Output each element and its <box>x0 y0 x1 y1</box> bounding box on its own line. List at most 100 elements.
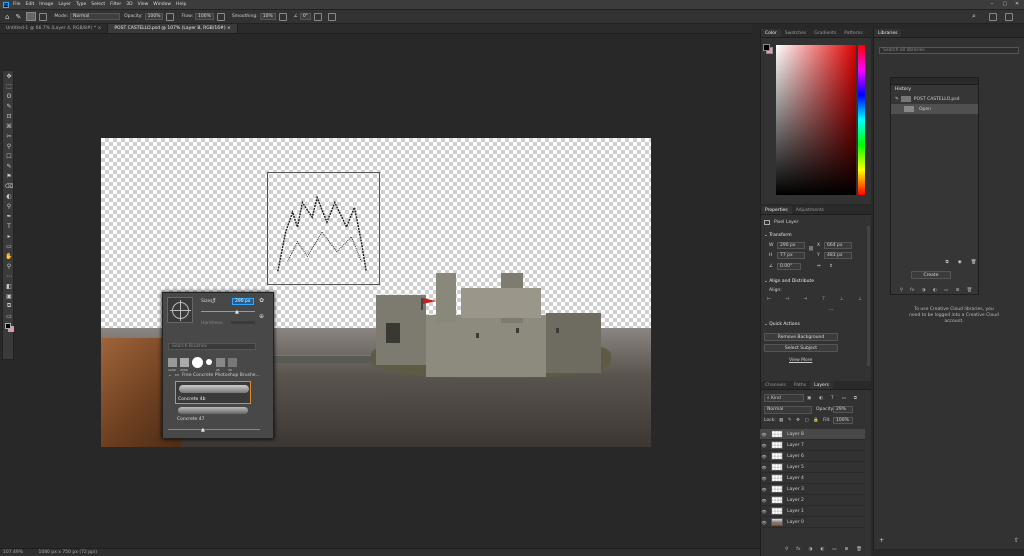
filter-type-icon[interactable]: T <box>831 396 834 401</box>
brush-folder[interactable]: ⌄ ▭ Free Concrete Photoshop Brushe... <box>168 373 263 378</box>
home-icon[interactable]: ⌂ <box>5 13 9 21</box>
layer-opacity-field[interactable]: 29% <box>833 406 853 413</box>
size-field[interactable]: 290 px <box>232 298 254 305</box>
preview-size-slider[interactable] <box>168 429 260 430</box>
lasso-tool-icon[interactable]: ✎ <box>3 101 15 111</box>
angle-field[interactable]: 0° <box>299 13 311 20</box>
upload-icon[interactable]: ⇧ <box>1014 537 1019 544</box>
folder-icon[interactable]: ▭ <box>944 288 948 293</box>
brush-item-selected[interactable]: Concrete 4b <box>175 381 251 404</box>
layer-style-icon[interactable]: fx <box>796 547 800 552</box>
symmetry-icon[interactable] <box>327 12 336 21</box>
close-window-button[interactable]: ✕ <box>1011 0 1023 9</box>
adjustment-layer-icon[interactable]: ◐ <box>820 547 824 552</box>
foreground-color-swatch[interactable] <box>5 323 11 329</box>
blend-mode-dropdown[interactable]: Normal <box>764 406 812 414</box>
path-select-tool-icon[interactable]: ✋ <box>3 251 15 261</box>
visibility-eye-icon[interactable]: 👁 <box>760 487 768 492</box>
brush-tool-icon[interactable]: ✎ <box>3 161 15 171</box>
menu-window[interactable]: Window <box>153 2 171 7</box>
filter-adjustment-icon[interactable]: ◐ <box>819 396 823 401</box>
marquee-tool-icon[interactable]: ʘ <box>3 91 15 101</box>
layer-row[interactable]: 👁 Layer 4 <box>760 473 865 484</box>
tab-untitled-1[interactable]: Untitled-1 @ 66.7% (Layer 4, RGB/8#) * × <box>0 24 109 33</box>
lock-all-icon[interactable]: 🔒 <box>813 418 819 423</box>
view-more-link[interactable]: View More <box>789 358 812 363</box>
layer-row[interactable]: 👁 Layer 0 <box>760 517 865 528</box>
fill-icon[interactable]: ◐ <box>933 288 937 293</box>
menu-select[interactable]: Select <box>91 2 105 7</box>
align-middle-icon[interactable]: ⊥ <box>840 297 844 302</box>
menu-edit[interactable]: Edit <box>26 2 35 7</box>
trash-icon[interactable]: 🗑 <box>971 260 977 265</box>
tab-adjustments[interactable]: Adjustments <box>792 206 828 214</box>
menu-filter[interactable]: Filter <box>110 2 121 7</box>
camera-icon[interactable]: ◉ <box>958 260 962 265</box>
quick-select-tool-icon[interactable]: ⊡ <box>3 111 15 121</box>
align-right-icon[interactable]: ⊣ <box>803 297 807 302</box>
layer-row[interactable]: 👁 Layer 8 <box>760 429 865 440</box>
link-layers-icon[interactable]: ⚲ <box>785 547 788 552</box>
menu-image[interactable]: Image <box>39 2 53 7</box>
panel-settings-icon[interactable]: ✿ <box>259 297 264 304</box>
pen-tool-icon[interactable]: ▸ <box>3 231 15 241</box>
brush-angle-dial[interactable] <box>167 297 193 323</box>
tab-properties[interactable]: Properties <box>761 206 792 214</box>
new-document-icon[interactable]: ⧉ <box>946 259 949 265</box>
gradient-tool-icon[interactable]: ⚲ <box>3 201 15 211</box>
align-section-title[interactable]: ⌄ Align and Distribute <box>764 279 814 284</box>
properties-scrollbar[interactable] <box>867 226 870 366</box>
search-icon[interactable]: ⌕ <box>972 12 976 21</box>
hand-tool-icon[interactable]: ⋯ <box>3 271 15 281</box>
stamp-tool-icon[interactable]: ⚑ <box>3 171 15 181</box>
filter-shape-icon[interactable]: ▭ <box>842 396 846 401</box>
new-group-icon[interactable]: ▭ <box>832 547 836 552</box>
flip-horizontal-icon[interactable]: ⇔ <box>817 264 821 269</box>
link-dimensions-icon[interactable]: ⛓ <box>808 247 814 252</box>
lock-artboard-icon[interactable]: ▢ <box>805 418 809 423</box>
align-left-icon[interactable]: ⊢ <box>767 297 771 302</box>
pressure-opacity-icon[interactable] <box>166 12 175 21</box>
tab-patterns[interactable]: Patterns <box>840 29 867 37</box>
reset-icon[interactable]: ↺ <box>210 297 216 305</box>
preset-brush-6[interactable]: 30 <box>228 357 237 372</box>
delete-layer-icon[interactable]: 🗑 <box>856 547 862 552</box>
history-snapshot[interactable]: ✎ POST CASTELLO.psd <box>891 94 978 104</box>
tab-color[interactable]: Color <box>761 29 781 37</box>
visibility-eye-icon[interactable]: 👁 <box>760 509 768 514</box>
layer-row[interactable]: 👁 Layer 6 <box>760 451 865 462</box>
add-icon[interactable]: ⊞ <box>956 288 960 293</box>
layer-row[interactable]: 👁 Layer 2 <box>760 495 865 506</box>
frame-tool-icon[interactable]: ✂ <box>3 131 15 141</box>
spot-heal-tool-icon[interactable]: ☐ <box>3 151 15 161</box>
menu-file[interactable]: File <box>13 2 21 7</box>
share-icon[interactable] <box>1005 12 1013 21</box>
tab-channels[interactable]: Channels <box>761 381 790 389</box>
workspace-icon[interactable] <box>989 12 997 21</box>
height-field[interactable]: 77 px <box>777 252 805 259</box>
filter-pixel-icon[interactable]: ▣ <box>807 396 811 401</box>
toggle-brush-settings-icon[interactable] <box>39 12 48 21</box>
tab-swatches[interactable]: Swatches <box>781 29 811 37</box>
add-mask-icon[interactable]: ◑ <box>808 547 812 552</box>
visibility-eye-icon[interactable]: 👁 <box>760 454 768 459</box>
layer-row[interactable]: 👁 Layer 1 <box>760 506 865 517</box>
mode-dropdown[interactable]: Normal <box>70 13 121 20</box>
smoothing-field[interactable]: 10% <box>259 13 276 20</box>
quick-actions-section-title[interactable]: ⌄ Quick Actions <box>764 322 800 327</box>
add-library-icon[interactable]: + <box>879 537 884 544</box>
history-brush-tool-icon[interactable]: ⌫ <box>3 181 15 191</box>
new-layer-icon[interactable]: ⊞ <box>845 547 849 552</box>
style-icon[interactable]: fx <box>910 288 914 293</box>
quick-mask-tool-icon[interactable]: ▭ <box>3 311 15 321</box>
eyedropper-tool-icon[interactable]: ⚲ <box>3 141 15 151</box>
smoothing-settings-icon[interactable] <box>278 12 287 21</box>
delete-icon[interactable]: 🗑 <box>967 288 973 293</box>
layer-filter-dropdown[interactable]: ⌕ Kind <box>764 394 804 402</box>
minimize-button[interactable]: – <box>986 0 998 9</box>
visibility-eye-icon[interactable]: 👁 <box>760 520 768 525</box>
libraries-search-input[interactable]: Search all libraries <box>879 47 1019 54</box>
menu-type[interactable]: Type <box>76 2 86 7</box>
remove-background-button[interactable]: Remove Background <box>764 333 838 341</box>
layer-fill-field[interactable]: 100% <box>833 417 853 424</box>
